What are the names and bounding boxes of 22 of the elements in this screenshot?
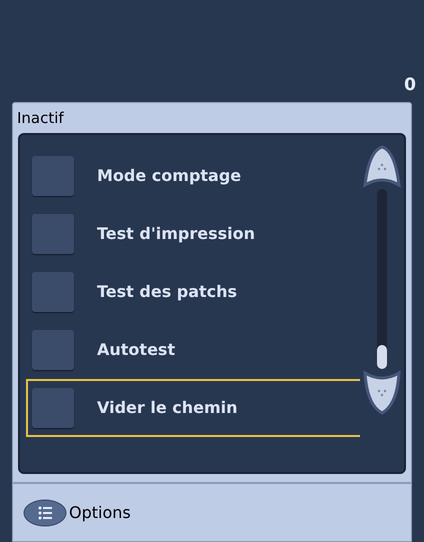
list-icon (23, 498, 67, 526)
options-button[interactable]: Options (23, 498, 131, 526)
scroll-thumb[interactable] (377, 345, 387, 369)
scroll-down-icon[interactable] (363, 369, 401, 415)
checkbox[interactable] (32, 330, 74, 370)
checkbox[interactable] (32, 272, 74, 312)
checkbox[interactable] (32, 214, 74, 254)
item-label: Mode comptage (97, 165, 242, 187)
list-item[interactable]: Vider le chemin (26, 379, 360, 437)
list-item[interactable]: Test des patchs (26, 263, 360, 321)
item-label: Autotest (97, 339, 176, 361)
list-item[interactable]: Mode comptage (26, 147, 360, 205)
item-label: Vider le chemin (97, 397, 238, 419)
counter: 0 (404, 74, 416, 96)
item-label: Test d'impression (97, 223, 255, 245)
list-item[interactable]: Test d'impression (26, 205, 360, 263)
checkbox[interactable] (32, 388, 74, 428)
panel-title: Inactif (17, 108, 64, 129)
item-label: Test des patchs (97, 281, 238, 303)
scroll-up-icon[interactable] (363, 145, 401, 189)
checkbox[interactable] (32, 156, 74, 196)
list-item[interactable]: Autotest (26, 321, 360, 379)
